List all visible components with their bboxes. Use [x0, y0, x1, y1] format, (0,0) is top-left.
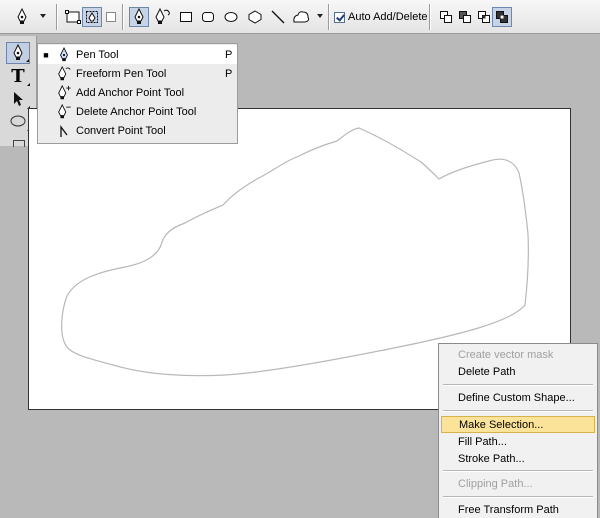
path-selection-tool-icon[interactable] — [6, 88, 30, 110]
custom-shape-icon[interactable] — [291, 7, 311, 27]
menu-separator — [443, 384, 593, 386]
menu-item-clipping-path: Clipping Path... — [458, 477, 533, 490]
pen-tool-preset-icon[interactable] — [12, 7, 32, 27]
flyout-item-shortcut: P — [225, 67, 233, 80]
freeform-pen-icon[interactable] — [152, 7, 172, 27]
custom-shape-dropdown-arrow-icon[interactable] — [317, 14, 323, 18]
menu-item-free-transform-path[interactable]: Free Transform Path — [441, 501, 595, 518]
menu-item-stroke-path[interactable]: Stroke Path... — [441, 450, 595, 467]
menu-separator — [443, 470, 593, 472]
convert-point-icon — [54, 122, 74, 140]
path-context-menu: Create vector mask Delete Path Define Cu… — [438, 343, 598, 518]
pen-tool-flyout: ■ Pen Tool P Freeform Pen Tool P Add Anc… — [37, 43, 238, 144]
rounded-rectangle-icon[interactable] — [198, 7, 218, 27]
flyout-item-pen-tool[interactable]: ■ Pen Tool P — [38, 45, 237, 64]
shape-layers-icon[interactable] — [63, 7, 83, 27]
menu-separator — [443, 410, 593, 412]
freeform-pen-icon — [54, 65, 74, 83]
separator — [56, 4, 58, 30]
flyout-item-delete-anchor-point-tool[interactable]: Delete Anchor Point Tool — [38, 102, 237, 121]
menu-separator — [443, 496, 593, 498]
subtract-from-path-area-icon[interactable] — [455, 7, 475, 27]
pen-icon[interactable] — [129, 7, 149, 27]
flyout-item-label: Freeform Pen Tool — [76, 67, 167, 80]
flyout-item-label: Convert Point Tool — [76, 124, 166, 137]
rectangle-icon[interactable] — [176, 7, 196, 27]
add-anchor-point-icon — [54, 84, 74, 102]
ellipse-icon[interactable] — [221, 7, 241, 27]
menu-item-delete-path[interactable]: Delete Path — [441, 363, 595, 380]
polygon-icon[interactable] — [245, 7, 265, 27]
pen-tool-icon[interactable] — [6, 42, 30, 64]
auto-add-delete-checkbox[interactable]: Auto Add/Delete — [334, 9, 428, 25]
add-to-path-area-icon[interactable] — [436, 7, 456, 27]
flyout-item-convert-point-tool[interactable]: Convert Point Tool — [38, 121, 237, 140]
paths-icon[interactable] — [82, 7, 102, 27]
intersect-path-areas-icon[interactable] — [474, 7, 494, 27]
fill-pixels-icon — [101, 7, 121, 27]
flyout-item-add-anchor-point-tool[interactable]: Add Anchor Point Tool — [38, 83, 237, 102]
selected-bullet-icon: ■ — [43, 49, 49, 60]
menu-item-create-vector-mask: Create vector mask — [458, 348, 554, 361]
separator — [429, 4, 431, 30]
exclude-overlapping-path-areas-icon[interactable] — [492, 7, 512, 27]
screen-mode-icon[interactable] — [13, 140, 25, 147]
pen-icon — [54, 46, 74, 64]
checkbox-checked-icon[interactable] — [334, 11, 345, 23]
delete-anchor-point-icon — [54, 103, 74, 121]
menu-item-define-custom-shape[interactable]: Define Custom Shape... — [441, 389, 595, 406]
flyout-item-label: Delete Anchor Point Tool — [76, 105, 197, 118]
flyout-item-freeform-pen-tool[interactable]: Freeform Pen Tool P — [38, 64, 237, 83]
separator — [122, 4, 124, 30]
options-bar: Auto Add/Delete — [0, 0, 600, 34]
menu-item-make-selection[interactable]: Make Selection... — [441, 416, 595, 433]
menu-item-fill-path[interactable]: Fill Path... — [441, 433, 595, 450]
auto-add-delete-label: Auto Add/Delete — [348, 11, 428, 23]
preset-dropdown-arrow-icon[interactable] — [40, 14, 46, 18]
flyout-item-label: Pen Tool — [76, 48, 119, 61]
ellipse-tool-icon[interactable] — [6, 110, 30, 132]
line-icon[interactable] — [268, 7, 288, 27]
flyout-item-label: Add Anchor Point Tool — [76, 86, 185, 99]
flyout-item-shortcut: P — [225, 48, 233, 61]
separator — [328, 4, 330, 30]
type-tool-icon[interactable]: T — [6, 65, 30, 87]
